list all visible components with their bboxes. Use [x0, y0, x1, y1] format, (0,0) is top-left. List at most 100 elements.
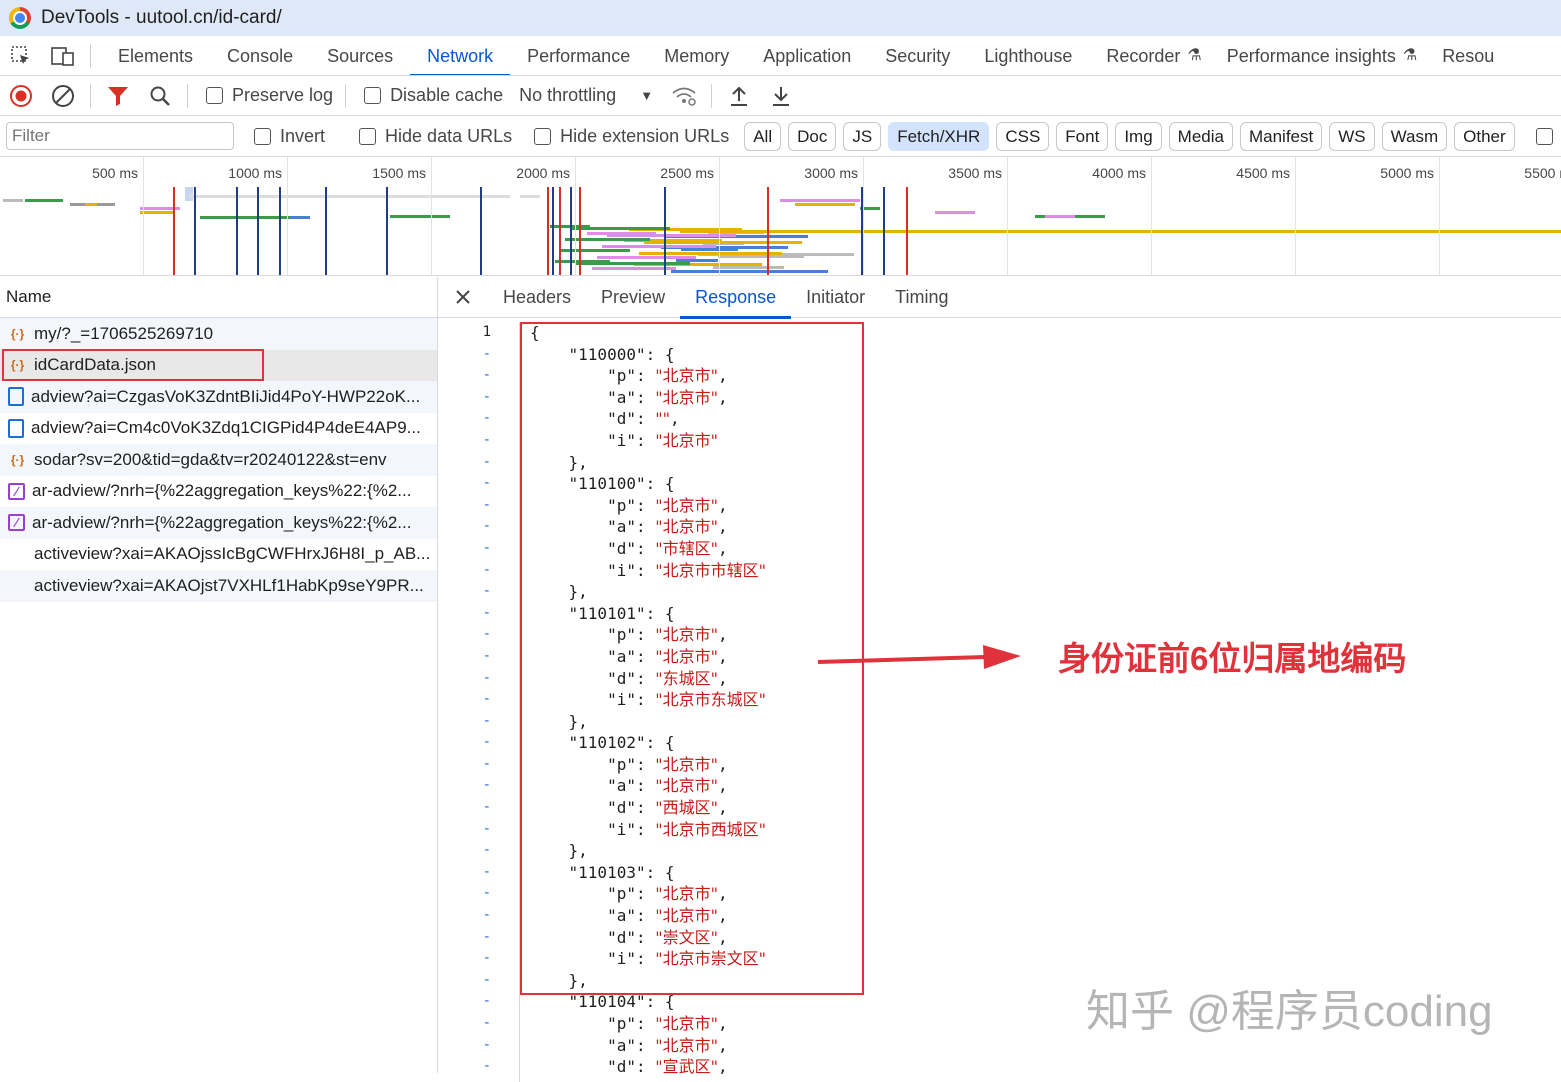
preserve-log-checkbox[interactable] — [206, 87, 223, 104]
detail-tab-initiator[interactable]: Initiator — [791, 277, 880, 318]
filter-input[interactable] — [6, 122, 234, 150]
line-number: - — [482, 388, 491, 405]
code-line: }, — [530, 841, 588, 861]
detail-tabs: Headers Preview Response Initiator Timing — [488, 277, 964, 319]
request-name: my/?_=1706525269710 — [34, 323, 214, 343]
blocked-checkbox[interactable] — [1535, 127, 1553, 145]
filter-type-font[interactable]: Font — [1056, 121, 1109, 151]
code-line: "110101": { — [530, 603, 675, 623]
detail-tab-timing[interactable]: Timing — [880, 277, 963, 318]
code-line: "110104": { — [530, 992, 675, 1012]
close-icon[interactable] — [438, 277, 488, 318]
tab-network[interactable]: Network — [410, 36, 511, 75]
filter-type-all[interactable]: All — [744, 121, 782, 151]
tab-performance-insights[interactable]: Performance insights — [1210, 36, 1413, 75]
json-string-value: "西城区" — [655, 798, 718, 818]
document-icon — [8, 418, 24, 438]
waterfall-bar — [140, 211, 175, 214]
json-key: "i": — [530, 430, 656, 450]
code-line: "a": "北京市", — [530, 775, 766, 797]
disable-cache-checkbox[interactable] — [364, 87, 382, 104]
tab-lighthouse[interactable]: Lighthouse — [967, 36, 1089, 75]
code-line: "a": "北京市", — [530, 387, 766, 409]
code-line: "p": "北京市", — [530, 495, 766, 517]
json-key: "a": — [530, 387, 656, 407]
json-key: "d": — [530, 409, 656, 429]
code-line: "p": "北京市", — [530, 883, 766, 905]
filter-type-other[interactable]: Other — [1454, 121, 1515, 151]
json-key: "i": — [530, 690, 656, 710]
hide-extension-urls-checkbox[interactable] — [534, 127, 552, 145]
request-row[interactable]: activeview?xai=AKAOjst7VXHLf1HabKp9seY9P… — [0, 570, 437, 602]
request-row[interactable]: adview?ai=Cm4c0VoK3Zdq1CIGPid4P4deE4AP9.… — [0, 413, 437, 445]
detail-tab-headers[interactable]: Headers — [488, 277, 586, 318]
tab-application[interactable]: Application — [746, 36, 868, 75]
code-line: "p": "北京市", — [530, 1013, 766, 1035]
filter-icon[interactable] — [97, 76, 139, 116]
hide-data-urls-checkbox[interactable] — [359, 127, 377, 145]
annotation-arrow-icon — [817, 645, 1021, 669]
filter-type-css[interactable]: CSS — [996, 121, 1050, 151]
json-file-icon: {·} — [10, 326, 25, 341]
waterfall-bar — [713, 266, 784, 269]
line-number: - — [482, 367, 491, 384]
waterfall-bar — [935, 211, 975, 214]
clear-icon[interactable] — [42, 76, 84, 116]
stop-recording-icon[interactable] — [0, 76, 42, 116]
json-punctuation: , — [717, 906, 728, 926]
json-punctuation: , — [717, 646, 728, 666]
response-body: { "110000": { "p": "北京市", "a": "北京市", "d… — [530, 322, 766, 1078]
network-overview[interactable]: 500 ms 1000 ms 1500 ms 2000 ms 2500 ms 3000 m… — [0, 157, 1561, 276]
search-icon[interactable] — [139, 76, 181, 116]
export-har-icon[interactable] — [760, 76, 802, 116]
filter-type-doc[interactable]: Doc — [788, 121, 837, 151]
line-number: - — [482, 518, 491, 535]
filter-type-fetchxhr[interactable]: Fetch/XHR — [888, 121, 990, 151]
device-toolbar-icon[interactable] — [42, 36, 84, 75]
tab-elements[interactable]: Elements — [101, 36, 210, 75]
request-row[interactable]: {·} my/?_=1706525269710 — [0, 318, 437, 350]
chevron-down-icon[interactable]: ▼ — [640, 88, 653, 103]
tab-recorder[interactable]: Recorder — [1089, 36, 1197, 75]
json-string-value: "北京市" — [655, 884, 718, 904]
throttling-select[interactable]: No throttling — [519, 85, 616, 106]
annotation-text: 身份证前6位归属地编码 — [1058, 640, 1407, 677]
tab-console[interactable]: Console — [210, 36, 310, 75]
request-row[interactable]: adview?ai=CzgasVoK3ZdntBIiJid4PoY-HWP22o… — [0, 381, 437, 413]
filter-type-img[interactable]: Img — [1115, 121, 1162, 151]
json-string-value: "北京市" — [655, 495, 718, 515]
tab-memory[interactable]: Memory — [647, 36, 746, 75]
request-row[interactable]: ⁄ ar-adview/?nrh={%22aggregation_keys%22:… — [0, 476, 437, 508]
hide-data-urls-label: Hide data URLs — [385, 125, 513, 146]
json-string-value: "宣武区" — [655, 1057, 718, 1077]
detail-tab-preview[interactable]: Preview — [586, 277, 680, 318]
preserve-log-label: Preserve log — [232, 85, 334, 105]
request-row[interactable]: {·} sodar?sv=200&tid=gda&tv=r20240122&st=… — [0, 444, 437, 476]
tick-label: 1500 ms — [372, 165, 426, 181]
tab-security[interactable]: Security — [868, 36, 967, 75]
import-har-icon[interactable] — [718, 76, 760, 116]
json-key: "d": — [530, 927, 656, 947]
json-key: "p": — [530, 625, 656, 645]
waterfall-bar — [575, 262, 690, 265]
network-conditions-icon[interactable] — [663, 76, 705, 116]
filter-type-media[interactable]: Media — [1168, 121, 1233, 151]
request-row[interactable]: ⁄ ar-adview/?nrh={%22aggregation_keys%22:… — [0, 507, 437, 539]
code-line: "p": "北京市", — [530, 624, 766, 646]
invert-checkbox[interactable] — [254, 127, 271, 145]
filter-type-ws[interactable]: WS — [1329, 121, 1375, 151]
filter-type-js[interactable]: JS — [843, 121, 882, 151]
tab-sources[interactable]: Sources — [310, 36, 410, 75]
tab-resou[interactable]: Resou — [1425, 36, 1511, 75]
request-row[interactable]: activeview?xai=AKAOjssIcBgCWFHrxJ6H8I_p_… — [0, 539, 437, 571]
detail-tab-response[interactable]: Response — [680, 277, 792, 319]
filter-type-wasm[interactable]: Wasm — [1381, 121, 1448, 151]
filter-type-manifest[interactable]: Manifest — [1239, 121, 1323, 151]
waterfall-bar — [680, 230, 1561, 233]
json-punctuation: , — [717, 538, 728, 558]
name-column-header[interactable]: Name — [0, 277, 437, 318]
waterfall-bar — [597, 256, 696, 259]
tab-performance[interactable]: Performance — [510, 36, 647, 75]
line-number: - — [482, 669, 491, 686]
inspect-element-icon[interactable] — [0, 36, 42, 75]
